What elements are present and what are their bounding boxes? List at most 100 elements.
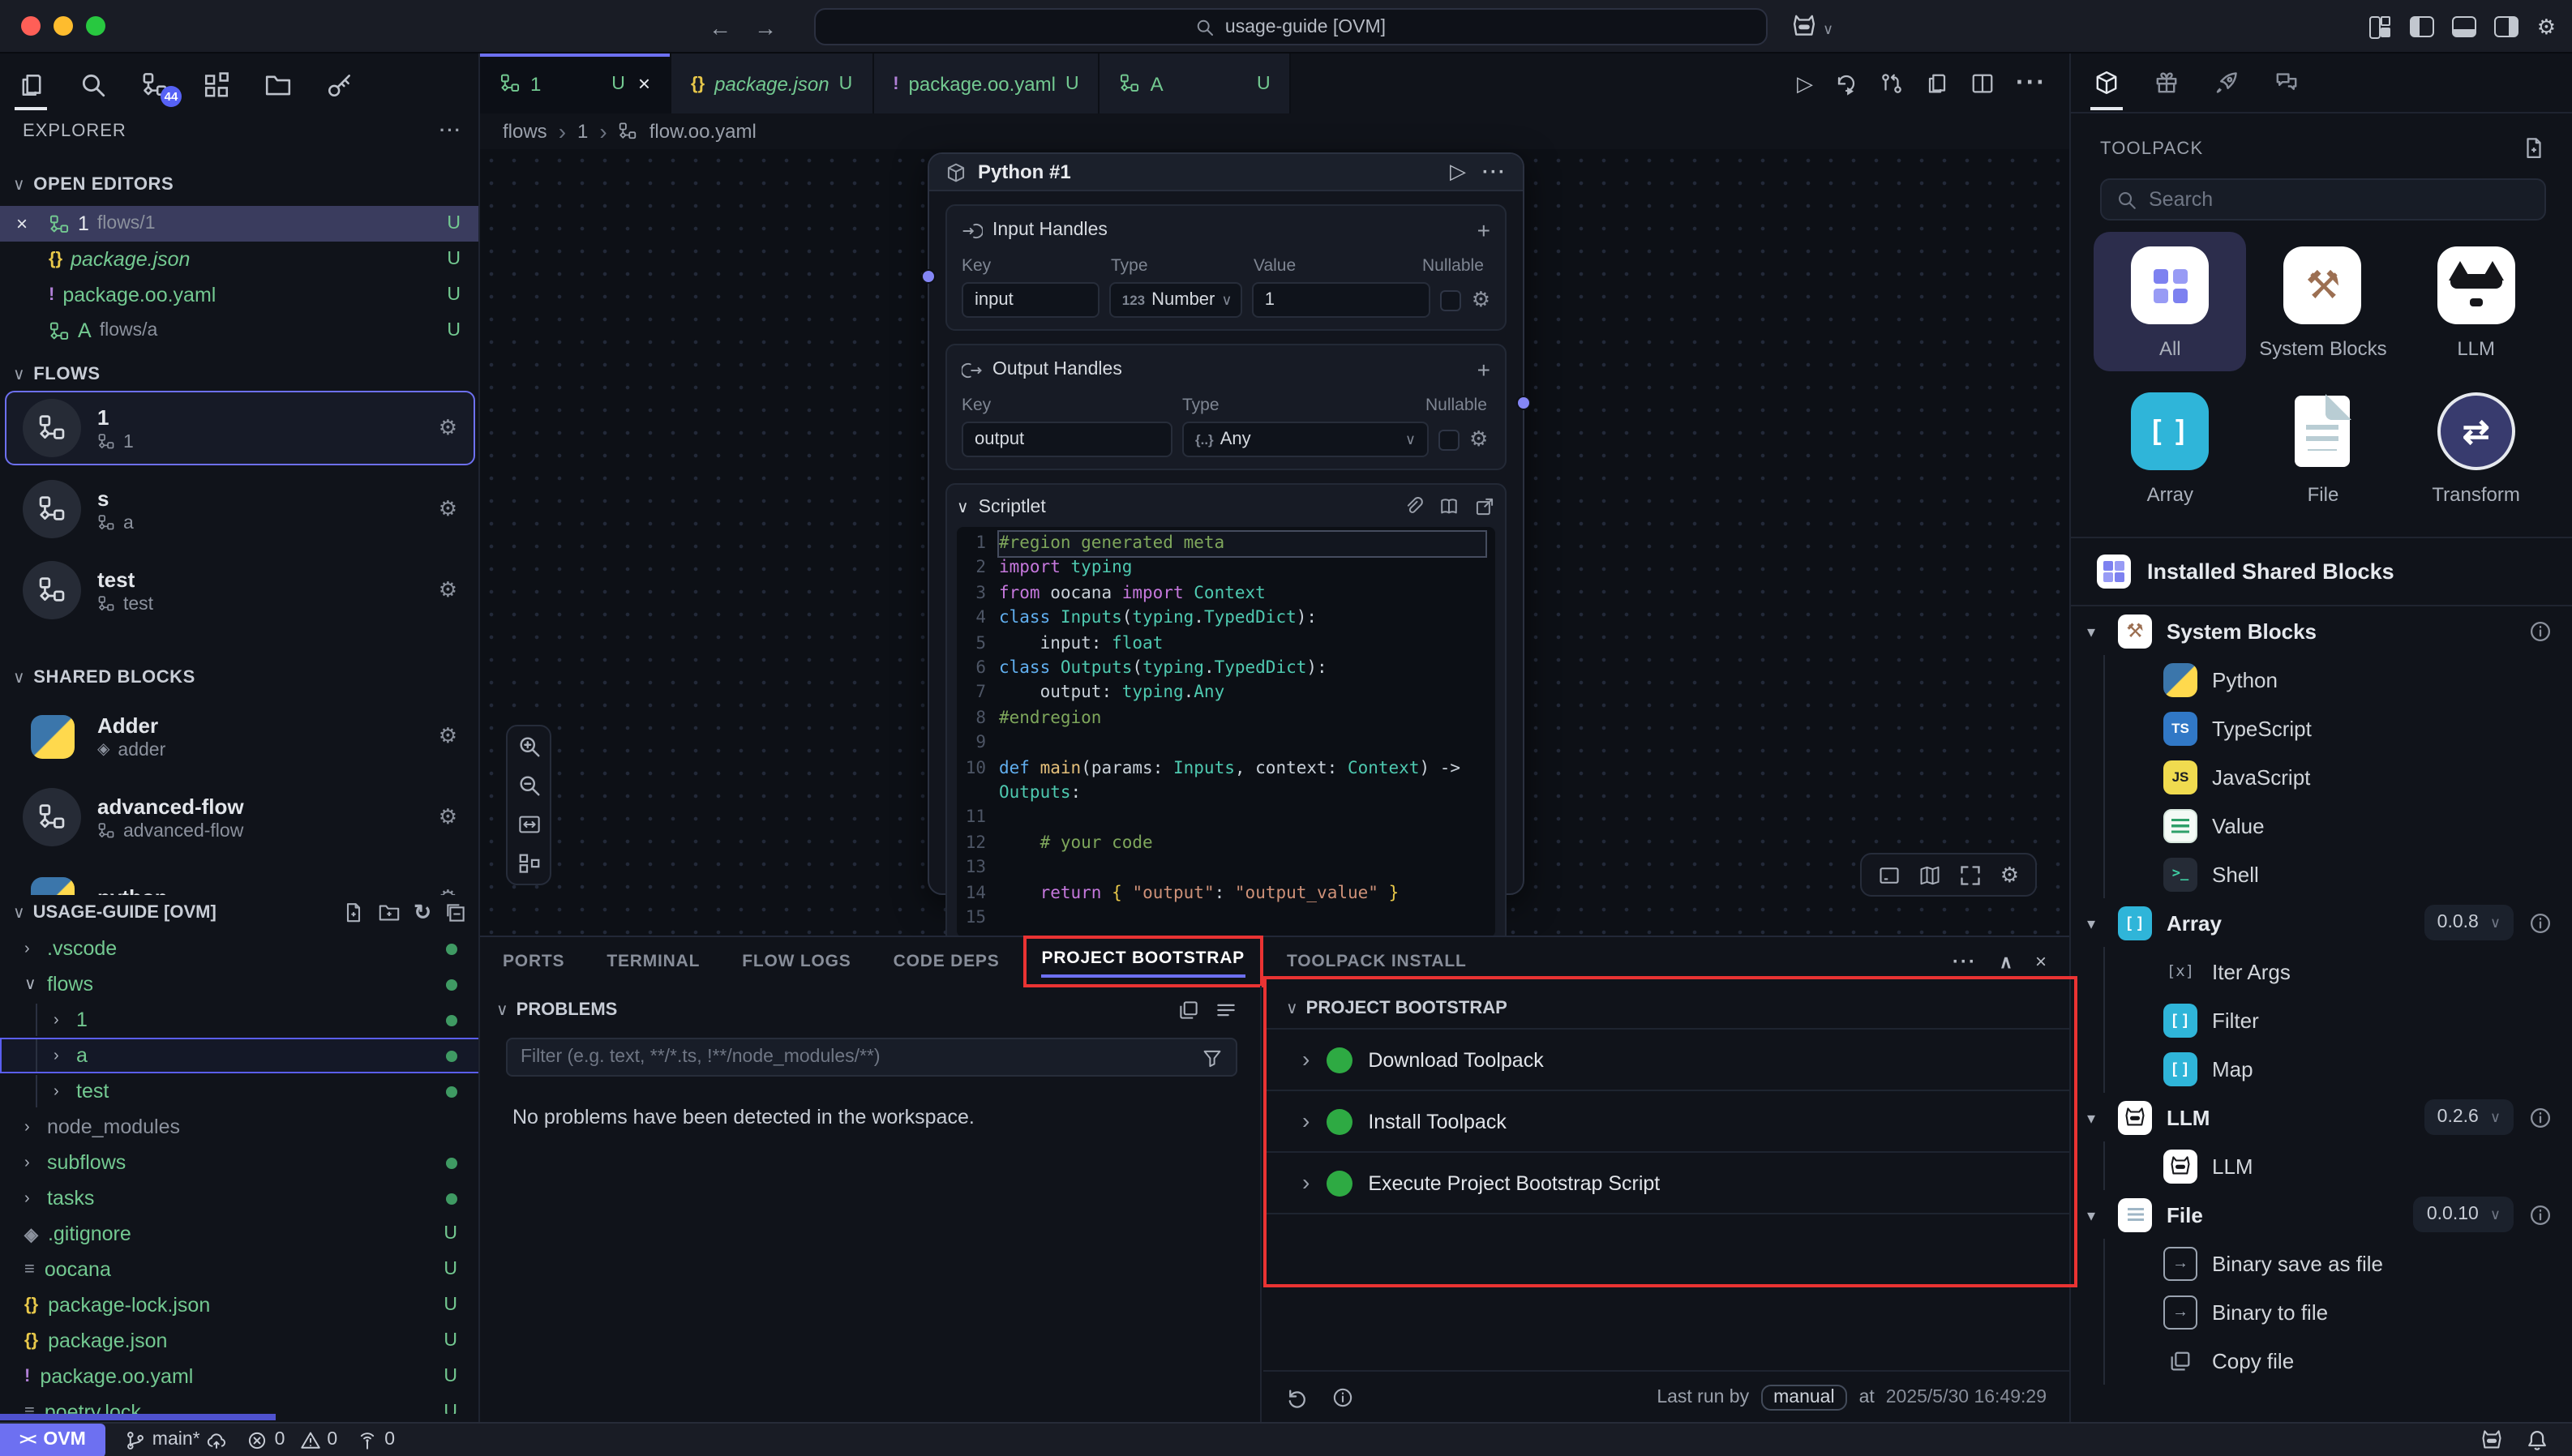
gear-icon[interactable] xyxy=(439,576,457,605)
tree-item[interactable]: › node_modules xyxy=(0,1109,480,1145)
toolpack-category[interactable]: File xyxy=(2247,378,2400,517)
open-external-icon[interactable] xyxy=(1474,496,1495,517)
problems-filter-input[interactable] xyxy=(521,1047,1202,1067)
settings-gear-icon[interactable] xyxy=(2537,13,2556,41)
chevron-down-icon[interactable] xyxy=(957,497,969,516)
panel-tab[interactable]: TOOLPACK INSTALL xyxy=(1287,952,1467,971)
gear-icon[interactable] xyxy=(439,722,457,751)
bootstrap-step[interactable]: Execute Project Bootstrap Script xyxy=(1263,1153,2069,1214)
close-icon[interactable]: × xyxy=(16,212,28,235)
search-activity-icon[interactable] xyxy=(62,71,123,98)
expand-chevron-icon[interactable] xyxy=(1302,1045,1310,1074)
tree-item[interactable]: {} package-lock.json U xyxy=(0,1287,480,1323)
history-forward-button[interactable]: → xyxy=(754,14,777,40)
toolpack-category[interactable]: System Blocks xyxy=(2247,232,2400,371)
close-window-button[interactable] xyxy=(21,16,41,36)
minimize-window-button[interactable] xyxy=(54,16,73,36)
toolpack-category[interactable]: All xyxy=(2094,232,2247,371)
customize-layout-icon[interactable] xyxy=(2370,15,2393,38)
maximize-panel-icon[interactable] xyxy=(2000,950,2013,973)
collapse-caret-icon[interactable] xyxy=(2087,1200,2103,1229)
open-editors-header[interactable]: OPEN EDITORS xyxy=(0,169,480,201)
secrets-activity-icon[interactable] xyxy=(308,71,370,98)
new-file-icon[interactable] xyxy=(342,901,365,923)
funnel-icon[interactable] xyxy=(1202,1047,1223,1068)
installed-block-row[interactable]: Filter xyxy=(2071,996,2572,1044)
installed-block-row[interactable]: Python xyxy=(2071,655,2572,704)
chevron-down-icon[interactable] xyxy=(496,1000,508,1020)
tree-item[interactable]: › 1 xyxy=(0,1002,480,1038)
close-icon[interactable]: × xyxy=(638,71,650,96)
installed-block-row[interactable]: Copy file xyxy=(2071,1336,2572,1385)
shared-block-card[interactable]: advanced-flow advanced-flow xyxy=(5,780,475,854)
installed-block-row[interactable]: TypeScript xyxy=(2071,704,2572,752)
panel-tab[interactable]: PROJECT BOOTSTRAP xyxy=(1024,936,1262,987)
zoom-in-icon[interactable] xyxy=(517,734,541,759)
input-key-field[interactable]: input xyxy=(962,282,1100,318)
panel-tab[interactable]: TERMINAL xyxy=(607,952,700,971)
shared-blocks-header[interactable]: SHARED BLOCKS xyxy=(0,662,480,694)
installed-block-row[interactable]: File 0.0.10 xyxy=(2071,1190,2572,1239)
installed-block-row[interactable]: Shell xyxy=(2071,850,2572,898)
open-editor-item[interactable]: A flows/a U xyxy=(0,313,480,349)
editor-tab[interactable]: A U xyxy=(1100,54,1292,113)
nullable-checkbox[interactable] xyxy=(1438,429,1460,450)
git-branch-item[interactable]: main* xyxy=(125,1429,228,1450)
info-icon[interactable] xyxy=(2528,1105,2553,1129)
open-file-icon[interactable] xyxy=(1925,71,1949,96)
input-value-field[interactable]: 1 xyxy=(1252,282,1431,318)
gear-icon[interactable] xyxy=(439,803,457,832)
toggle-bottom-panel-icon[interactable] xyxy=(2453,16,2477,37)
gear-icon[interactable] xyxy=(439,413,457,443)
maximize-window-button[interactable] xyxy=(86,16,105,36)
bootstrap-step[interactable]: Install Toolpack xyxy=(1263,1091,2069,1153)
notifications-bell-icon[interactable] xyxy=(2525,1428,2549,1452)
installed-block-row[interactable]: LLM 0.2.6 xyxy=(2071,1093,2572,1141)
tree-item[interactable]: ! package.oo.yaml U xyxy=(0,1359,480,1394)
info-icon[interactable] xyxy=(2528,910,2553,935)
project-tree-header[interactable]: USAGE-GUIDE [OVM] xyxy=(0,895,480,929)
add-output-icon[interactable] xyxy=(1477,357,1490,383)
version-dropdown[interactable]: 0.0.10 xyxy=(2414,1197,2514,1232)
compare-changes-icon[interactable] xyxy=(1880,71,1904,96)
new-folder-icon[interactable] xyxy=(378,901,401,923)
collapse-caret-icon[interactable] xyxy=(2087,616,2103,645)
split-editor-icon[interactable] xyxy=(1970,71,1995,96)
installed-block-row[interactable]: Value xyxy=(2071,801,2572,850)
info-icon[interactable] xyxy=(2528,1202,2553,1227)
toolpack-category[interactable]: LLM xyxy=(2399,232,2553,371)
tree-item[interactable]: › a xyxy=(0,1038,480,1073)
toggle-right-panel-icon[interactable] xyxy=(2495,16,2519,37)
nullable-checkbox[interactable] xyxy=(1441,289,1462,310)
flow-node-python[interactable]: Python #1 Input Handles Key Type xyxy=(928,152,1524,895)
installed-block-row[interactable]: Iter Args xyxy=(2071,947,2572,996)
tree-item[interactable]: › tasks xyxy=(0,1180,480,1216)
gear-icon[interactable] xyxy=(1469,426,1488,452)
gear-icon[interactable] xyxy=(1472,287,1490,313)
info-icon[interactable] xyxy=(2528,619,2553,643)
panel-tab[interactable]: PORTS xyxy=(503,952,564,971)
refresh-icon[interactable] xyxy=(414,899,431,925)
input-type-select[interactable]: 123Number xyxy=(1109,282,1242,318)
toolpack-search-input[interactable] xyxy=(2149,188,2530,211)
editor-tab[interactable]: ! package.oo.yaml U xyxy=(873,54,1100,113)
extensions-activity-icon[interactable] xyxy=(185,71,246,98)
help-icon[interactable] xyxy=(1331,1386,1354,1409)
scriptlet-code[interactable]: 1#region generated meta2import typing3fr… xyxy=(957,527,1495,936)
panel-more-icon[interactable] xyxy=(1953,950,1977,973)
editor-tab[interactable]: {} package.json U xyxy=(671,54,873,113)
fit-width-icon[interactable] xyxy=(517,812,541,837)
list-view-icon[interactable] xyxy=(1215,999,1237,1021)
toggle-left-panel-icon[interactable] xyxy=(2411,16,2435,37)
explorer-activity-icon[interactable] xyxy=(0,71,62,98)
assistant-menu[interactable] xyxy=(1790,0,1833,54)
expand-chevron-icon[interactable] xyxy=(1302,1168,1310,1197)
ports-status-item[interactable]: 0 xyxy=(357,1429,395,1450)
docs-icon[interactable] xyxy=(1438,496,1460,517)
chevron-down-icon[interactable] xyxy=(1286,999,1298,1018)
remote-indicator[interactable]: OVM xyxy=(0,1423,105,1456)
rerun-icon[interactable] xyxy=(1834,71,1858,96)
editor-tab[interactable]: 1 U × xyxy=(480,54,671,113)
run-node-icon[interactable] xyxy=(1450,159,1466,185)
folder-activity-icon[interactable] xyxy=(246,71,308,98)
